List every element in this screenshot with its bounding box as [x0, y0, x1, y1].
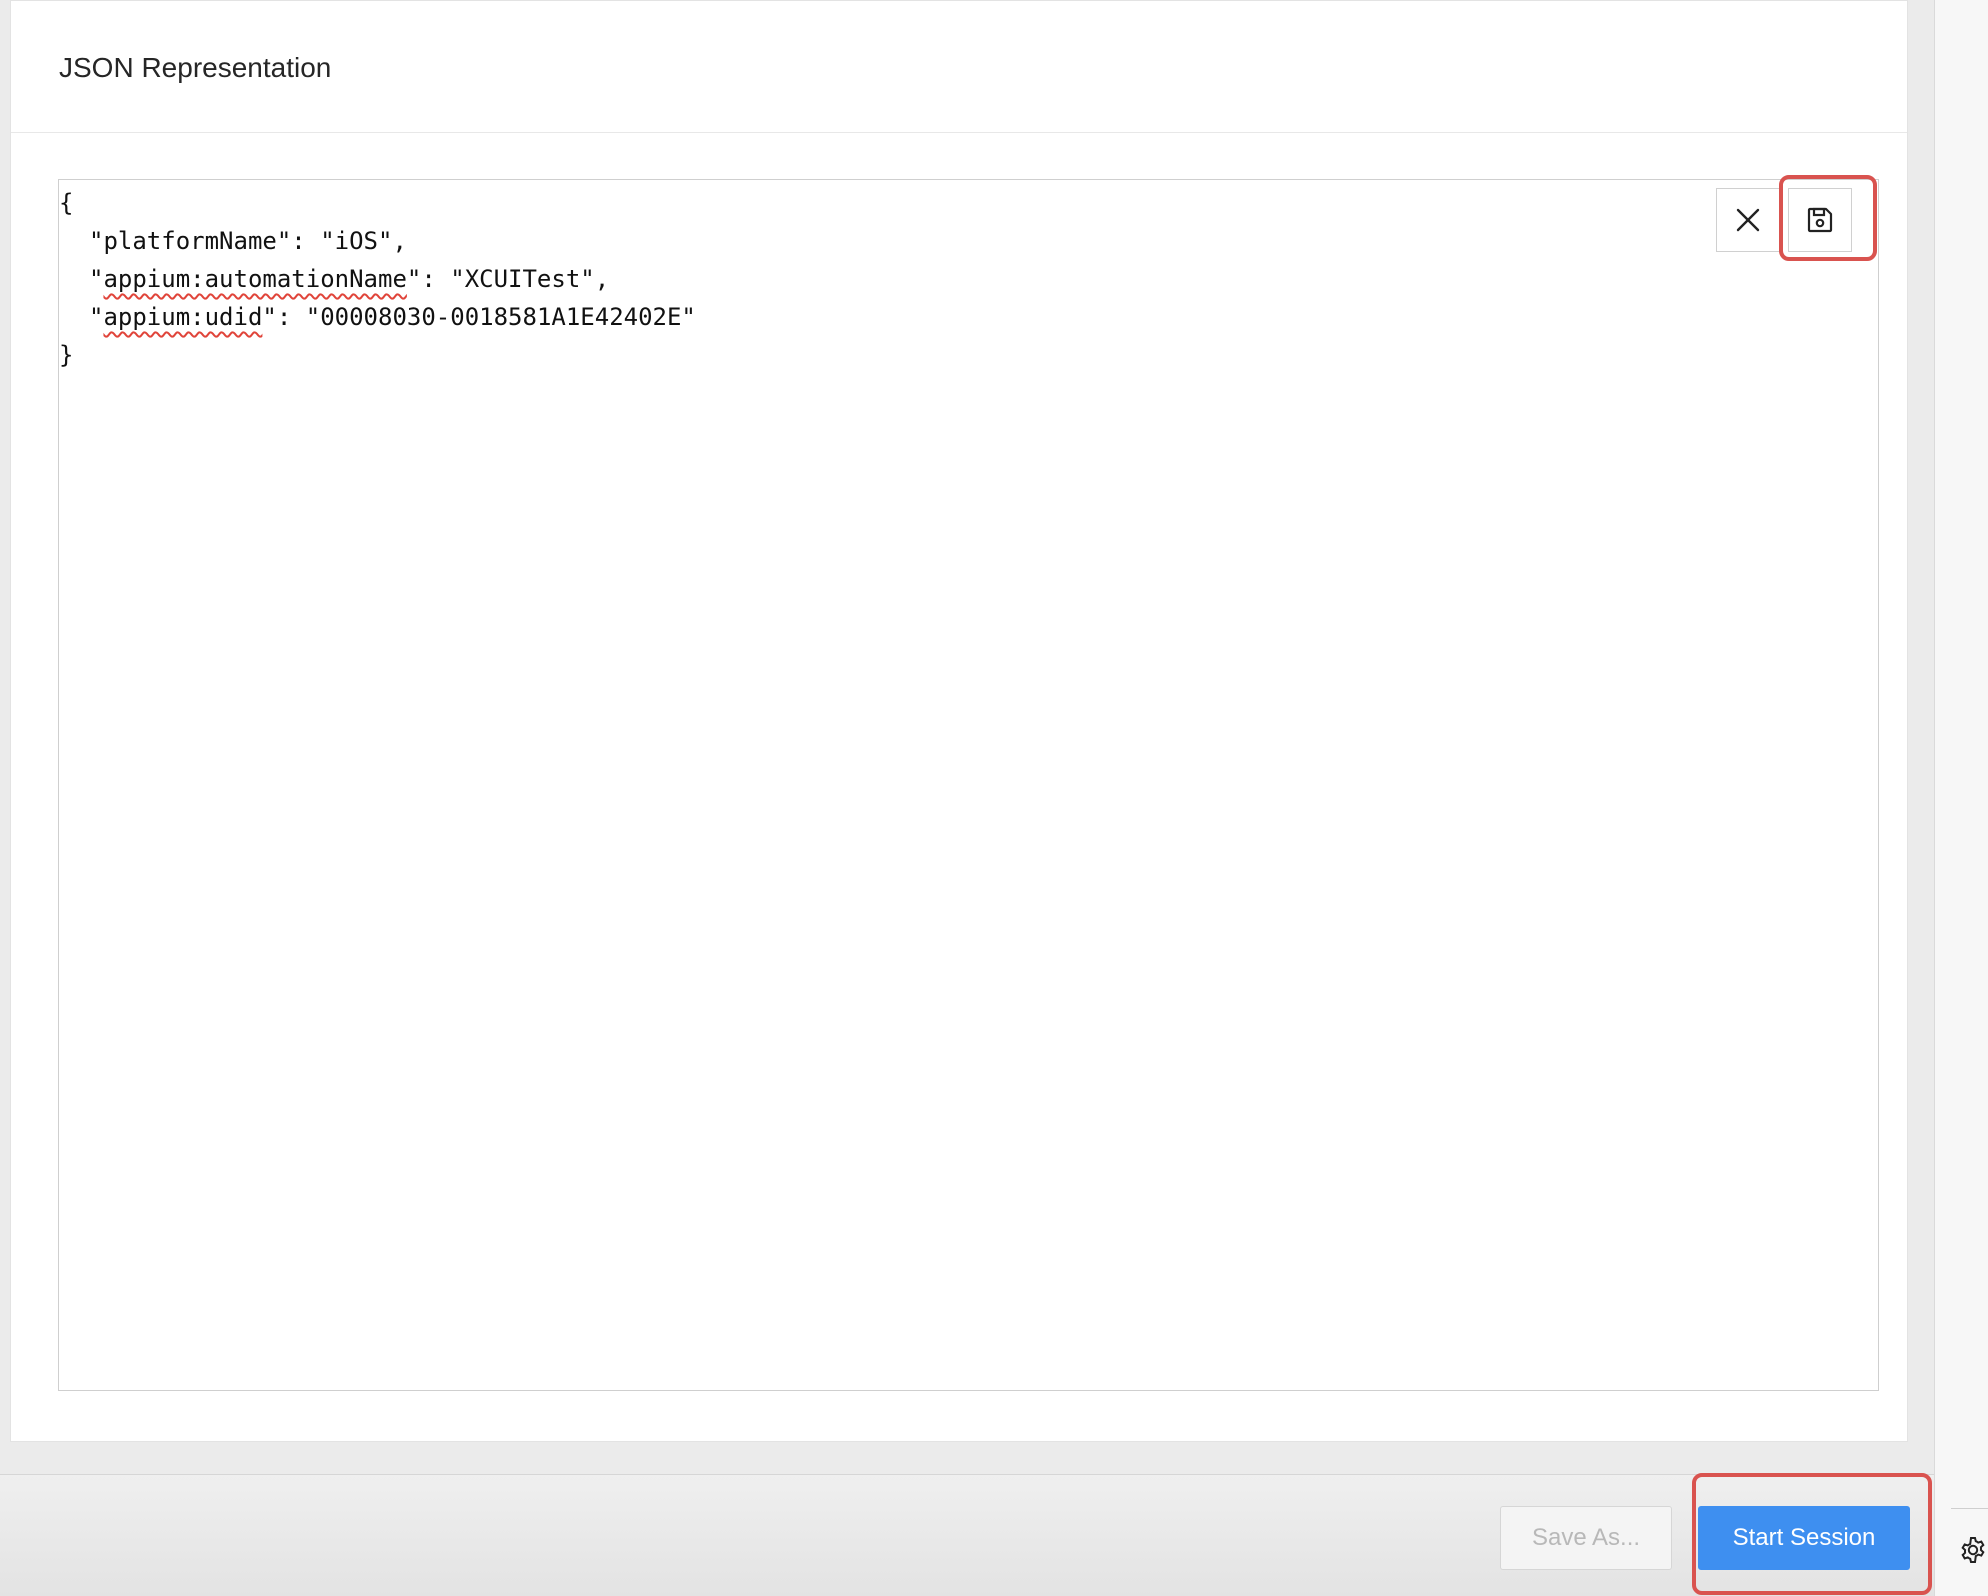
sidebar-divider — [1951, 1508, 1988, 1509]
editor-toolbar — [1716, 188, 1852, 252]
code-line: } — [59, 341, 74, 369]
code-line: { — [59, 189, 74, 217]
code-quote: " — [89, 227, 104, 255]
code-key-misspelled: appium:udid — [103, 303, 263, 331]
panel-title: JSON Representation — [59, 52, 332, 83]
code-key-misspelled: appium:automationName — [103, 265, 407, 293]
floppy-disk-icon — [1807, 207, 1833, 233]
json-code[interactable]: {"platformName": "iOS", "appium:automatio… — [59, 184, 696, 374]
code-key: platformName — [103, 227, 277, 255]
session-footer: Save As... Start Session — [0, 1473, 1934, 1596]
right-sidebar — [1934, 0, 1988, 1596]
save-as-button[interactable]: Save As... — [1500, 1506, 1672, 1570]
code-value: ": "iOS", — [276, 227, 407, 255]
code-value: ": "00008030-0018581A1E42402E" — [262, 303, 696, 331]
save-json-button[interactable] — [1788, 188, 1852, 252]
close-icon — [1736, 208, 1760, 232]
code-quote: " — [89, 303, 104, 331]
panel-header: JSON Representation — [11, 1, 1907, 133]
gear-icon[interactable] — [1959, 1536, 1987, 1564]
clear-json-button[interactable] — [1716, 188, 1780, 252]
start-session-button[interactable]: Start Session — [1698, 1506, 1910, 1570]
json-representation-panel: JSON Representation {"platformName": "iO… — [10, 0, 1908, 1442]
code-line: "appium:udid": "00008030-0018581A1E42402… — [59, 298, 696, 336]
code-quote: " — [89, 265, 104, 293]
json-editor[interactable]: {"platformName": "iOS", "appium:automatio… — [58, 179, 1879, 1391]
code-value: ": "XCUITest", — [406, 265, 610, 293]
code-line: "platformName": "iOS", — [59, 222, 696, 260]
code-line: "appium:automationName": "XCUITest", — [59, 260, 696, 298]
